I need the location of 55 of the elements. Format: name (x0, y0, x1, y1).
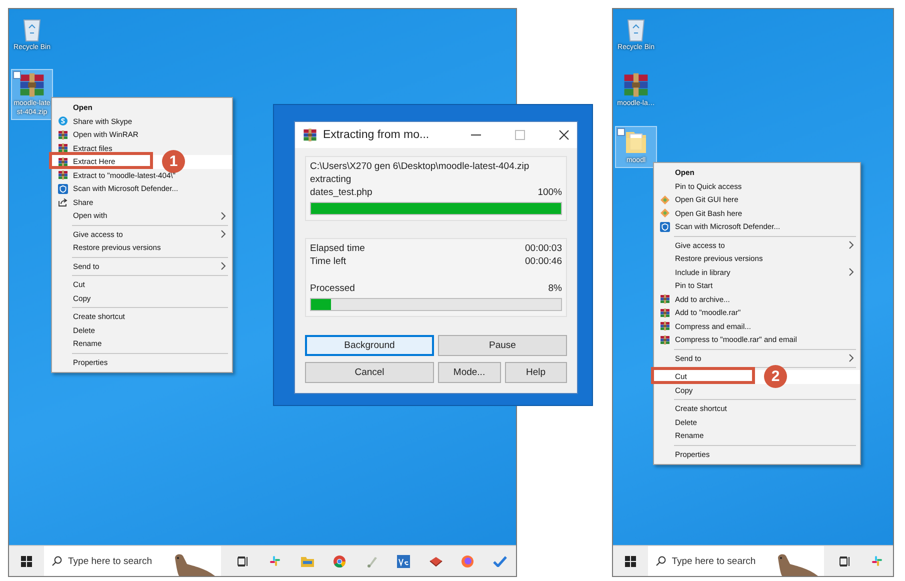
winrar-icon (660, 321, 670, 332)
folder-icon[interactable] (300, 556, 314, 566)
archive-icon (19, 72, 45, 98)
time-label: Elapsed time (310, 242, 365, 254)
time-label: Time left (310, 256, 346, 266)
processed-percent: 8% (548, 282, 562, 294)
step-number: 2 (764, 365, 787, 388)
checkmark-icon[interactable] (492, 556, 507, 566)
file-name: dates_test.php (310, 187, 372, 198)
skype-icon (58, 116, 68, 126)
checkbox-icon (13, 71, 21, 80)
search-icon (656, 556, 666, 566)
dialog-button[interactable]: Pause (438, 335, 567, 356)
winrar-icon (58, 130, 68, 140)
firefox-icon[interactable] (461, 554, 474, 568)
checkbox-icon (617, 128, 625, 136)
processed-label: Processed (310, 282, 355, 294)
task-view-icon[interactable] (839, 556, 852, 566)
winrar-icon (660, 308, 670, 318)
chrome-icon[interactable] (332, 554, 346, 568)
windows-start-icon[interactable] (21, 556, 32, 566)
slack-icon[interactable] (871, 555, 884, 567)
app-icon[interactable] (397, 554, 410, 568)
time-value: 00:00:03 (525, 242, 562, 254)
file-percent: 100% (538, 187, 562, 198)
search-icon (52, 556, 62, 566)
share-icon (58, 197, 68, 208)
dialog-button[interactable]: Mode... (438, 362, 500, 383)
archive-path: C:\Users\X270 gen 6\Desktop\moodle-latest-404.zip (310, 161, 530, 172)
winrar-icon (660, 334, 670, 345)
windows-start-icon[interactable] (624, 556, 636, 566)
winrar-icon (58, 143, 68, 154)
winrar-icon (58, 170, 68, 180)
search-input[interactable]: Type here to search (68, 556, 164, 566)
brush-icon[interactable] (366, 554, 378, 568)
window-title: Extracting from mo... (323, 129, 430, 141)
diamond-icon (660, 194, 670, 205)
winrar-icon (660, 294, 670, 304)
shield-icon (58, 184, 68, 194)
winrar-icon (58, 156, 68, 167)
dialog-button[interactable]: Cancel (305, 362, 434, 383)
archive-icon (623, 72, 649, 98)
search-input[interactable]: Type here to search (672, 556, 767, 566)
winrar-icon (303, 128, 317, 142)
diamond-icon (660, 208, 670, 218)
shield-icon (660, 222, 670, 232)
action-label: extracting (310, 174, 352, 185)
dialog-button[interactable]: Help (504, 362, 567, 383)
close-icon[interactable] (559, 130, 569, 140)
time-value: 00:00:46 (525, 256, 562, 266)
step-number: 1 (162, 150, 185, 173)
dialog-button[interactable]: Background (305, 335, 434, 356)
slack-icon[interactable] (269, 555, 282, 567)
task-view-icon[interactable] (237, 556, 250, 566)
book-icon[interactable] (428, 556, 443, 566)
